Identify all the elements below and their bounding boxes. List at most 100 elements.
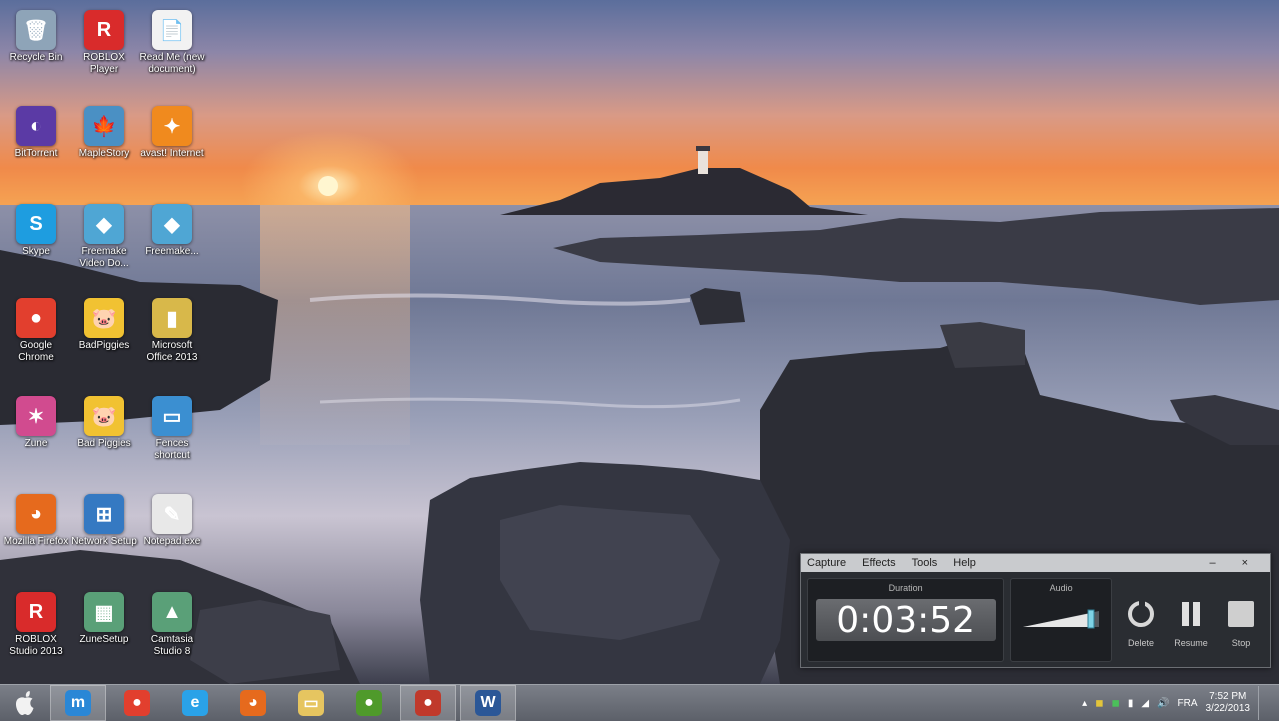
desktop-icon[interactable]: ◆ Freemake Video Do... (68, 198, 140, 288)
system-tray: ▴ ◼ ◼ ▮ ◢ 🔊 FRA 7:52 PM 3/22/2013 (1082, 686, 1279, 720)
desktop-icon[interactable]: R ROBLOX Studio 2013 (0, 586, 72, 676)
duration-timer: 0:03:52 (815, 599, 996, 641)
app-icon: 📄 (152, 10, 192, 50)
desktop-icon-label: Recycle Bin (9, 52, 63, 63)
delete-button[interactable]: Delete (1118, 598, 1164, 648)
taskbar-item-maxthon-browser[interactable]: m (50, 685, 106, 721)
desktop-icon[interactable]: ✶ Zune (0, 390, 72, 480)
close-button[interactable]: × (1242, 557, 1248, 569)
desktop-icon[interactable]: ▮ Microsoft Office 2013 (136, 292, 208, 382)
audio-panel: Audio (1010, 578, 1112, 662)
menu-tools[interactable]: Tools (912, 557, 938, 569)
system-clock[interactable]: 7:52 PM 3/22/2013 (1206, 691, 1251, 715)
app-icon: R (16, 592, 56, 632)
menu-effects[interactable]: Effects (862, 557, 895, 569)
audio-label: Audio (1049, 583, 1073, 593)
app-icon: ⊞ (84, 494, 124, 534)
desktop-icon[interactable]: 📄 Read Me (new document) (136, 4, 208, 94)
desktop-icon-label: Camtasia Studio 8 (150, 634, 194, 657)
desktop-icon-label: Mozilla Firefox (3, 536, 69, 547)
desktop-icon[interactable]: ● Google Chrome (0, 292, 72, 382)
desktop-icon-label: BadPiggies (78, 340, 130, 351)
app-icon: R (84, 10, 124, 50)
desktop-icon[interactable]: ▦ ZuneSetup (68, 586, 140, 676)
battery-icon[interactable]: ▮ (1128, 698, 1134, 709)
volume-icon[interactable]: 🔊 (1157, 698, 1169, 709)
desktop-icon-label: Google Chrome (18, 340, 54, 363)
desktop-icon[interactable]: 🍁 MapleStory (68, 100, 140, 190)
desktop-icon[interactable]: 🐷 Bad Piggies (68, 390, 140, 480)
desktop-icon[interactable]: ▲ Camtasia Studio 8 (136, 586, 208, 676)
google-chrome-icon: ● (124, 690, 150, 716)
desktop-icon-label: Fences shortcut (154, 438, 190, 461)
apple-logo-icon (15, 691, 34, 716)
recorder-button-label: Delete (1127, 637, 1154, 648)
desktop-icon[interactable]: S Skype (0, 198, 72, 288)
taskbar-item-microsoft-word[interactable]: W (460, 685, 516, 721)
app-icon: ◆ (152, 204, 192, 244)
file-explorer-icon: ▭ (298, 690, 324, 716)
app-icon: ◐ (16, 106, 56, 146)
desktop-icon-label: ROBLOX Studio 2013 (9, 634, 63, 657)
stop-icon (1226, 599, 1256, 634)
menu-help[interactable]: Help (953, 557, 976, 569)
audio-level-slider[interactable] (1023, 607, 1100, 629)
app-icon: ▮ (152, 298, 192, 338)
app-icon: ✦ (152, 106, 192, 146)
clock-date: 3/22/2013 (1205, 703, 1251, 714)
desktop-icon-label: Notepad.exe (143, 536, 201, 547)
desktop-icon[interactable]: ⊞ Network Setup (68, 488, 140, 578)
maxthon-browser-icon: m (65, 690, 91, 716)
camtasia-recorder-icon: ● (415, 690, 441, 716)
desktop-icon[interactable]: 🗑 Recycle Bin (0, 4, 72, 94)
app-icon: 🐷 (84, 396, 124, 436)
desktop-icon[interactable]: ▭ Fences shortcut (136, 390, 208, 480)
recorder-controls: Delete Resume Stop (1118, 578, 1264, 662)
desktop-icon[interactable]: ◕ Mozilla Firefox (0, 488, 72, 578)
taskbar-item-camtasia-recorder[interactable]: ● (400, 685, 456, 721)
desktop-icon[interactable]: R ROBLOX Player (68, 4, 140, 94)
desktop-icon-label: ROBLOX Player (83, 52, 125, 75)
desktop-icon-label: Zune (24, 438, 48, 449)
minimize-button[interactable]: – (1209, 557, 1215, 569)
taskbar-item-bad-piggies-game[interactable]: ● (342, 686, 396, 720)
app-icon: ◕ (16, 494, 56, 534)
desktop-icon-label: Freemake Video Do... (79, 246, 129, 269)
desktop-icon[interactable]: ✦ avast! Internet (136, 100, 208, 190)
app-icon: ▭ (152, 396, 192, 436)
network-signal-icon[interactable]: ◢ (1141, 698, 1149, 709)
show-hidden-icons-icon[interactable]: ▴ (1082, 698, 1087, 709)
app-icon: ✎ (152, 494, 192, 534)
app-icon: 🍁 (84, 106, 124, 146)
stop-button[interactable]: Stop (1218, 599, 1264, 648)
desktop-icon-label: Bad Piggies (77, 438, 131, 449)
pause-icon (1176, 599, 1206, 634)
desktop-icon[interactable]: 🐷 BadPiggies (68, 292, 140, 382)
app-icon: ✶ (16, 396, 56, 436)
mozilla-firefox-icon: ◕ (240, 690, 266, 716)
resume-button[interactable]: Resume (1168, 599, 1214, 648)
desktop-icon[interactable]: ✎ Notepad.exe (136, 488, 208, 578)
app-icon: ◆ (84, 204, 124, 244)
app-icon: ▲ (152, 592, 192, 632)
desktop-icon-label: ZuneSetup (79, 634, 129, 645)
taskbar-item-mozilla-firefox[interactable]: ◕ (226, 686, 280, 720)
taskbar-item-file-explorer[interactable]: ▭ (284, 686, 338, 720)
desktop-icon[interactable]: ◐ BitTorrent (0, 100, 72, 190)
taskbar-item-google-chrome[interactable]: ● (110, 686, 164, 720)
desktop-icon[interactable]: ◆ Freemake... (136, 198, 208, 288)
start-button[interactable] (0, 685, 50, 721)
taskbar-item-internet-explorer[interactable]: e (168, 686, 222, 720)
tray-app-icon[interactable]: ◼ (1095, 698, 1103, 709)
app-icon: ▦ (84, 592, 124, 632)
show-desktop-button[interactable] (1258, 686, 1265, 720)
taskbar: m ● e ◕ ▭ ● ● W ▴ ◼ ◼ ▮ ◢ 🔊 FRA 7:52 PM 3/22/20… (0, 684, 1279, 721)
recorder-button-label: Resume (1174, 637, 1208, 648)
app-icon: 🐷 (84, 298, 124, 338)
input-language[interactable]: FRA (1178, 698, 1198, 709)
duration-label: Duration (888, 583, 923, 593)
tray-app-icon[interactable]: ◼ (1112, 698, 1120, 709)
screen-recorder-window[interactable]: Capture Effects Tools Help – × Duration … (800, 553, 1271, 668)
menu-capture[interactable]: Capture (807, 557, 846, 569)
desktop-icon-label: Microsoft Office 2013 (146, 340, 198, 363)
